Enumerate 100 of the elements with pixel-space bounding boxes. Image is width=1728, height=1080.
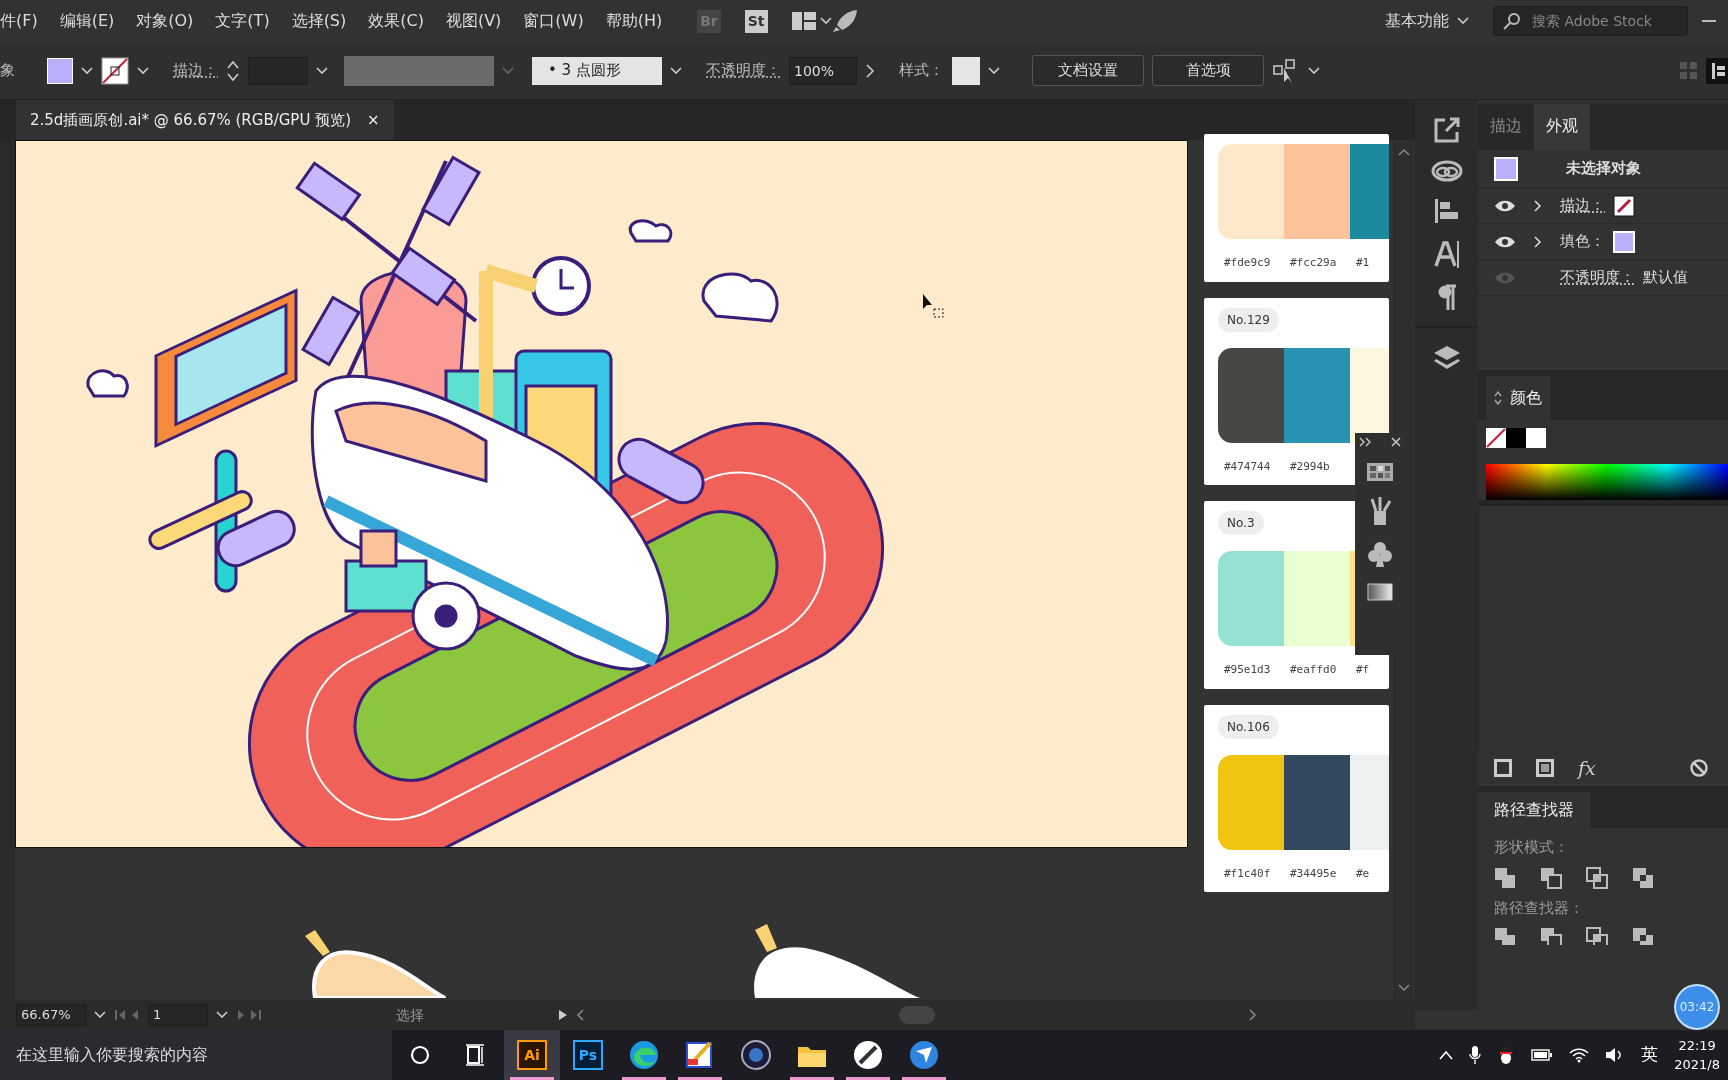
menu-item[interactable]: 帮助(H) [594, 9, 674, 33]
expand-icon[interactable] [1359, 437, 1373, 447]
workspace-switcher[interactable]: 基本功能 [1385, 9, 1449, 33]
menu-item[interactable]: 选择(S) [280, 9, 358, 33]
fill-swatch[interactable] [47, 57, 73, 84]
caret-icon[interactable] [1308, 66, 1320, 75]
tray-expand-icon[interactable] [1439, 1050, 1454, 1060]
menu-item[interactable]: 效果(C) [357, 9, 435, 33]
play-icon[interactable] [558, 1009, 568, 1021]
taskbar-search-field[interactable]: 在这里输入你要搜索的内容 [0, 1030, 392, 1080]
document-tab[interactable]: 2.5d插画原创.ai* @ 66.67% (RGB/GPU 预览) × [16, 100, 394, 140]
menu-item[interactable]: 件(F) [0, 9, 49, 33]
linked-rings-icon[interactable] [1430, 160, 1463, 182]
export-icon[interactable] [1432, 116, 1461, 144]
search-field[interactable]: 搜索 Adobe Stock [1493, 6, 1688, 36]
intersect-icon[interactable] [1586, 866, 1608, 889]
page-field[interactable]: 1 [148, 1004, 208, 1026]
last-page-icon[interactable] [236, 1009, 262, 1021]
menu-item[interactable]: 窗口(W) [512, 9, 595, 33]
exclude-icon[interactable] [1632, 866, 1654, 889]
fill-swatch[interactable] [1613, 230, 1635, 253]
scrollbar-thumb[interactable] [898, 1006, 935, 1024]
hex-code: #1 [1355, 255, 1371, 271]
clock-date[interactable]: 2021/8 [1674, 1055, 1720, 1075]
club-icon[interactable] [1368, 541, 1392, 567]
caret-icon[interactable] [81, 66, 93, 75]
taskbar-app[interactable]: Ai [504, 1030, 560, 1080]
pathfinders-label: 路径查找器： [1493, 897, 1585, 919]
wifi-icon[interactable] [1569, 1047, 1590, 1063]
effects-button[interactable]: fx [1578, 753, 1596, 783]
caret-icon[interactable] [316, 66, 328, 75]
align-left-icon[interactable] [1433, 198, 1460, 224]
caret-icon[interactable] [94, 1011, 106, 1019]
brushes-icon[interactable] [1368, 497, 1392, 525]
first-page-icon[interactable] [114, 1009, 140, 1021]
unite-icon[interactable] [1494, 866, 1516, 889]
panel-icon[interactable] [1706, 57, 1728, 84]
panel-tab[interactable]: 颜色 [1486, 376, 1550, 420]
chevron-right-icon[interactable] [865, 63, 875, 78]
panel-tab[interactable]: 描边 [1478, 104, 1534, 150]
gradient-icon[interactable] [1367, 583, 1393, 601]
caret-icon[interactable] [1457, 17, 1469, 25]
microphone-icon[interactable] [1469, 1045, 1482, 1065]
character-icon[interactable] [1433, 240, 1460, 268]
close-icon[interactable] [1391, 437, 1401, 447]
menu-item[interactable]: 对象(O) [125, 9, 205, 33]
collapse-toggle-icon[interactable] [1494, 391, 1502, 405]
stroke-none-swatch[interactable] [101, 56, 129, 85]
scroll-down-icon[interactable] [1398, 984, 1410, 992]
app-button[interactable]: St [744, 9, 768, 33]
eye-icon[interactable] [1494, 234, 1516, 249]
none-swatch[interactable] [1486, 428, 1506, 448]
color-spectrum[interactable] [1486, 464, 1728, 500]
menu-item[interactable]: 视图(V) [434, 9, 513, 33]
color-swatch[interactable] [1506, 428, 1526, 448]
toolbar-button[interactable]: 首选项 [1152, 55, 1264, 86]
close-tab-button[interactable]: × [367, 108, 380, 132]
minus-front-icon[interactable] [1540, 866, 1562, 889]
stroke-none-swatch[interactable] [1613, 194, 1635, 217]
new-fill-icon[interactable] [1536, 759, 1554, 777]
caret-icon[interactable] [216, 1011, 228, 1019]
hex-code: #474744 [1223, 458, 1272, 475]
menu-item[interactable]: 编辑(E) [48, 9, 126, 33]
intersect-icon[interactable] [1586, 927, 1608, 945]
menu-item[interactable]: 文字(T) [204, 9, 281, 33]
unite-icon[interactable] [1494, 927, 1516, 945]
battery-icon[interactable] [1531, 1049, 1554, 1061]
toolbar-button[interactable]: 文档设置 [1032, 55, 1144, 86]
variable-width-profile[interactable] [344, 55, 494, 86]
zoom-field[interactable]: 66.67% [16, 1004, 86, 1026]
new-stroke-icon[interactable] [1494, 759, 1512, 777]
taskbar-app[interactable]: Ps [560, 1030, 616, 1080]
caret-icon[interactable] [819, 17, 832, 25]
workspace-layout-icon[interactable] [791, 12, 816, 30]
panel-tab[interactable]: 路径查找器 [1478, 792, 1590, 828]
scroll-left-icon[interactable] [576, 1009, 584, 1021]
rocket-icon[interactable] [831, 9, 858, 33]
brush-dropdown[interactable]: • 3 点圆形 [532, 56, 662, 85]
input-method-indicator[interactable]: 英 [1641, 1042, 1659, 1068]
hex-code: #fde9c9 [1223, 255, 1272, 271]
color-swatch[interactable] [1526, 428, 1546, 448]
paragraph-icon[interactable] [1436, 284, 1457, 310]
style-swatch[interactable] [952, 56, 980, 85]
panel-tab[interactable]: 外观 [1534, 104, 1590, 150]
clock-time[interactable]: 22:19 [1678, 1035, 1716, 1055]
caret-icon[interactable] [137, 66, 149, 75]
eye-icon[interactable] [1494, 198, 1516, 213]
minus-front-icon[interactable] [1540, 927, 1562, 945]
clear-appearance-icon[interactable] [1689, 759, 1708, 777]
appearance-label[interactable]: 不透明度： [1560, 266, 1635, 289]
appearance-label[interactable]: 描边： [1560, 194, 1605, 217]
opacity-field[interactable]: 100% [789, 56, 857, 85]
stepper-icon[interactable] [226, 58, 240, 83]
caret-icon[interactable] [988, 66, 1000, 75]
layers-icon[interactable] [1432, 344, 1461, 372]
exclude-icon[interactable] [1632, 927, 1654, 945]
caret-icon[interactable] [670, 66, 682, 75]
swatches-icon[interactable] [1367, 463, 1393, 481]
scroll-up-icon[interactable] [1398, 148, 1410, 156]
scroll-right-icon[interactable] [1249, 1009, 1257, 1021]
